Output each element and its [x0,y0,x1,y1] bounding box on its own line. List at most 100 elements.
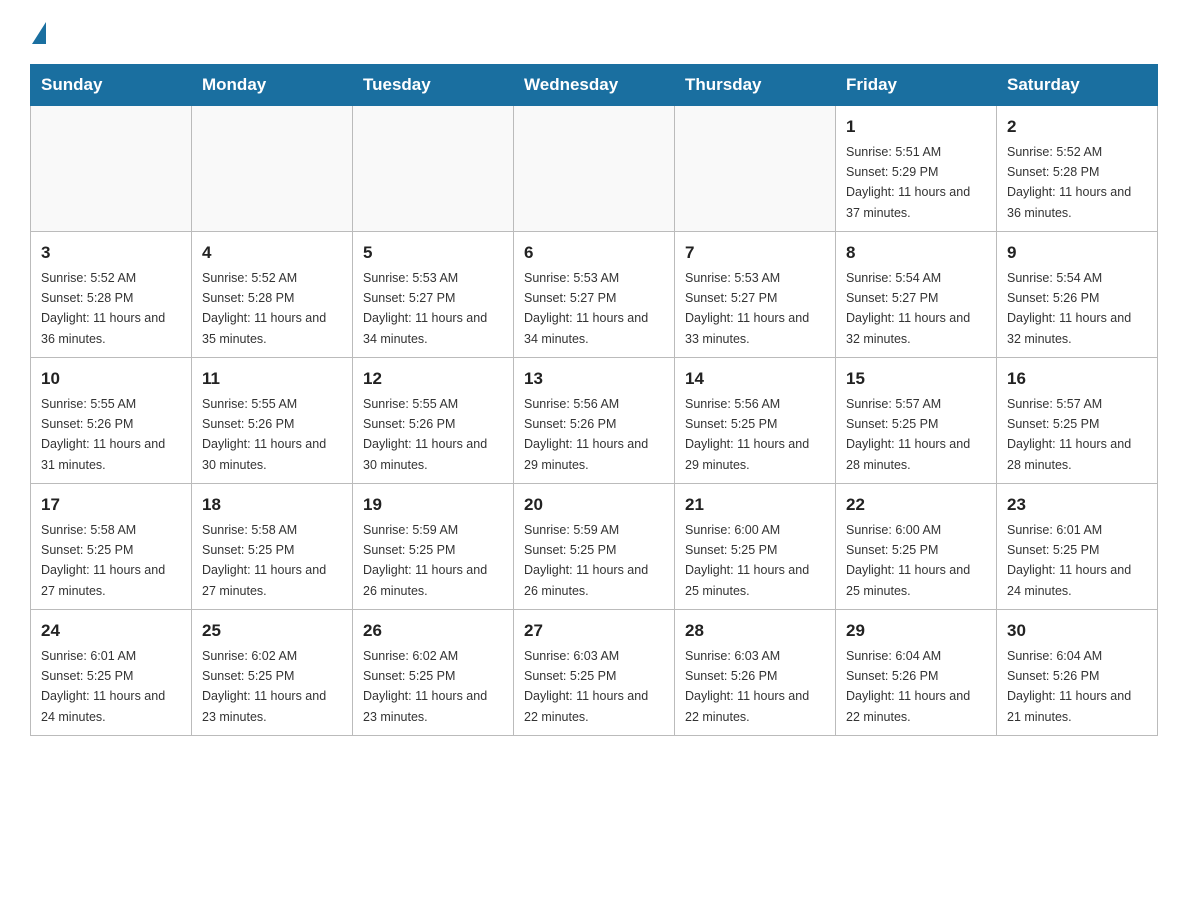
day-info: Sunrise: 6:03 AM Sunset: 5:26 PM Dayligh… [685,649,809,724]
day-info: Sunrise: 5:56 AM Sunset: 5:26 PM Dayligh… [524,397,648,472]
day-info: Sunrise: 5:57 AM Sunset: 5:25 PM Dayligh… [846,397,970,472]
day-number: 1 [846,114,986,140]
calendar-cell: 9 Sunrise: 5:54 AM Sunset: 5:26 PM Daylig… [997,232,1158,358]
day-info: Sunrise: 6:00 AM Sunset: 5:25 PM Dayligh… [685,523,809,598]
calendar-cell: 7 Sunrise: 5:53 AM Sunset: 5:27 PM Daylig… [675,232,836,358]
calendar-cell: 12 Sunrise: 5:55 AM Sunset: 5:26 PM Dayli… [353,358,514,484]
week-row-5: 24 Sunrise: 6:01 AM Sunset: 5:25 PM Dayli… [31,610,1158,736]
calendar-cell [514,106,675,232]
day-number: 24 [41,618,181,644]
calendar-cell [31,106,192,232]
calendar-cell: 20Sunrise: 5:59 AM Sunset: 5:25 PM Dayli… [514,484,675,610]
calendar-cell: 10 Sunrise: 5:55 AM Sunset: 5:26 PM Dayli… [31,358,192,484]
week-row-1: 1 Sunrise: 5:51 AM Sunset: 5:29 PM Daylig… [31,106,1158,232]
day-number: 12 [363,366,503,392]
calendar-cell: 15 Sunrise: 5:57 AM Sunset: 5:25 PM Dayli… [836,358,997,484]
day-number: 8 [846,240,986,266]
day-number: 29 [846,618,986,644]
day-info: Sunrise: 6:04 AM Sunset: 5:26 PM Dayligh… [1007,649,1131,724]
calendar-cell: 3 Sunrise: 5:52 AM Sunset: 5:28 PM Daylig… [31,232,192,358]
calendar-cell: 11 Sunrise: 5:55 AM Sunset: 5:26 PM Dayli… [192,358,353,484]
day-info: Sunrise: 6:03 AM Sunset: 5:25 PM Dayligh… [524,649,648,724]
day-number: 22 [846,492,986,518]
day-number: 5 [363,240,503,266]
day-number: 2 [1007,114,1147,140]
day-info: Sunrise: 5:55 AM Sunset: 5:26 PM Dayligh… [363,397,487,472]
day-number: 26 [363,618,503,644]
calendar-cell: 21Sunrise: 6:00 AM Sunset: 5:25 PM Dayli… [675,484,836,610]
week-row-4: 17 Sunrise: 5:58 AM Sunset: 5:25 PM Dayli… [31,484,1158,610]
day-number: 9 [1007,240,1147,266]
week-row-2: 3 Sunrise: 5:52 AM Sunset: 5:28 PM Daylig… [31,232,1158,358]
day-number: 27 [524,618,664,644]
week-row-3: 10 Sunrise: 5:55 AM Sunset: 5:26 PM Dayli… [31,358,1158,484]
calendar-cell: 18 Sunrise: 5:58 AM Sunset: 5:25 PM Dayli… [192,484,353,610]
day-number: 11 [202,366,342,392]
day-number: 3 [41,240,181,266]
calendar-cell: 4 Sunrise: 5:52 AM Sunset: 5:28 PM Daylig… [192,232,353,358]
calendar-cell: 30Sunrise: 6:04 AM Sunset: 5:26 PM Dayli… [997,610,1158,736]
calendar-header-row: SundayMondayTuesdayWednesdayThursdayFrid… [31,65,1158,106]
day-info: Sunrise: 5:59 AM Sunset: 5:25 PM Dayligh… [363,523,487,598]
page-header [30,20,1158,44]
calendar-cell [353,106,514,232]
logo-triangle-icon [32,22,46,44]
day-info: Sunrise: 5:59 AM Sunset: 5:25 PM Dayligh… [524,523,648,598]
day-info: Sunrise: 5:55 AM Sunset: 5:26 PM Dayligh… [41,397,165,472]
day-number: 13 [524,366,664,392]
calendar-cell: 24 Sunrise: 6:01 AM Sunset: 5:25 PM Dayli… [31,610,192,736]
day-header-friday: Friday [836,65,997,106]
day-header-saturday: Saturday [997,65,1158,106]
day-number: 14 [685,366,825,392]
day-number: 4 [202,240,342,266]
calendar-cell: 23 Sunrise: 6:01 AM Sunset: 5:25 PM Dayli… [997,484,1158,610]
day-number: 25 [202,618,342,644]
calendar-cell: 5 Sunrise: 5:53 AM Sunset: 5:27 PM Daylig… [353,232,514,358]
day-info: Sunrise: 5:51 AM Sunset: 5:29 PM Dayligh… [846,145,970,220]
day-info: Sunrise: 5:53 AM Sunset: 5:27 PM Dayligh… [685,271,809,346]
day-info: Sunrise: 5:53 AM Sunset: 5:27 PM Dayligh… [524,271,648,346]
calendar-cell: 26 Sunrise: 6:02 AM Sunset: 5:25 PM Dayli… [353,610,514,736]
day-number: 19 [363,492,503,518]
day-info: Sunrise: 5:55 AM Sunset: 5:26 PM Dayligh… [202,397,326,472]
logo [30,20,46,44]
day-info: Sunrise: 5:58 AM Sunset: 5:25 PM Dayligh… [41,523,165,598]
calendar-cell: 25 Sunrise: 6:02 AM Sunset: 5:25 PM Dayli… [192,610,353,736]
day-number: 23 [1007,492,1147,518]
day-info: Sunrise: 5:53 AM Sunset: 5:27 PM Dayligh… [363,271,487,346]
day-number: 28 [685,618,825,644]
day-info: Sunrise: 5:58 AM Sunset: 5:25 PM Dayligh… [202,523,326,598]
day-info: Sunrise: 5:57 AM Sunset: 5:25 PM Dayligh… [1007,397,1131,472]
day-number: 6 [524,240,664,266]
day-info: Sunrise: 6:02 AM Sunset: 5:25 PM Dayligh… [363,649,487,724]
day-info: Sunrise: 5:54 AM Sunset: 5:27 PM Dayligh… [846,271,970,346]
calendar-cell: 27 Sunrise: 6:03 AM Sunset: 5:25 PM Dayli… [514,610,675,736]
day-header-wednesday: Wednesday [514,65,675,106]
day-number: 16 [1007,366,1147,392]
calendar-cell: 2 Sunrise: 5:52 AM Sunset: 5:28 PM Daylig… [997,106,1158,232]
day-number: 18 [202,492,342,518]
calendar-cell: 8 Sunrise: 5:54 AM Sunset: 5:27 PM Daylig… [836,232,997,358]
day-header-sunday: Sunday [31,65,192,106]
day-info: Sunrise: 6:01 AM Sunset: 5:25 PM Dayligh… [41,649,165,724]
day-info: Sunrise: 6:01 AM Sunset: 5:25 PM Dayligh… [1007,523,1131,598]
calendar-cell: 13 Sunrise: 5:56 AM Sunset: 5:26 PM Dayli… [514,358,675,484]
day-number: 10 [41,366,181,392]
day-header-tuesday: Tuesday [353,65,514,106]
day-header-thursday: Thursday [675,65,836,106]
day-number: 15 [846,366,986,392]
calendar-cell [192,106,353,232]
calendar-cell: 6 Sunrise: 5:53 AM Sunset: 5:27 PM Daylig… [514,232,675,358]
day-info: Sunrise: 5:52 AM Sunset: 5:28 PM Dayligh… [41,271,165,346]
day-info: Sunrise: 6:02 AM Sunset: 5:25 PM Dayligh… [202,649,326,724]
day-info: Sunrise: 5:52 AM Sunset: 5:28 PM Dayligh… [1007,145,1131,220]
day-info: Sunrise: 5:52 AM Sunset: 5:28 PM Dayligh… [202,271,326,346]
day-number: 7 [685,240,825,266]
calendar-cell: 28 Sunrise: 6:03 AM Sunset: 5:26 PM Dayli… [675,610,836,736]
day-info: Sunrise: 5:54 AM Sunset: 5:26 PM Dayligh… [1007,271,1131,346]
day-number: 17 [41,492,181,518]
calendar-cell: 16 Sunrise: 5:57 AM Sunset: 5:25 PM Dayli… [997,358,1158,484]
calendar-table: SundayMondayTuesdayWednesdayThursdayFrid… [30,64,1158,736]
calendar-cell: 14Sunrise: 5:56 AM Sunset: 5:25 PM Dayli… [675,358,836,484]
calendar-cell [675,106,836,232]
